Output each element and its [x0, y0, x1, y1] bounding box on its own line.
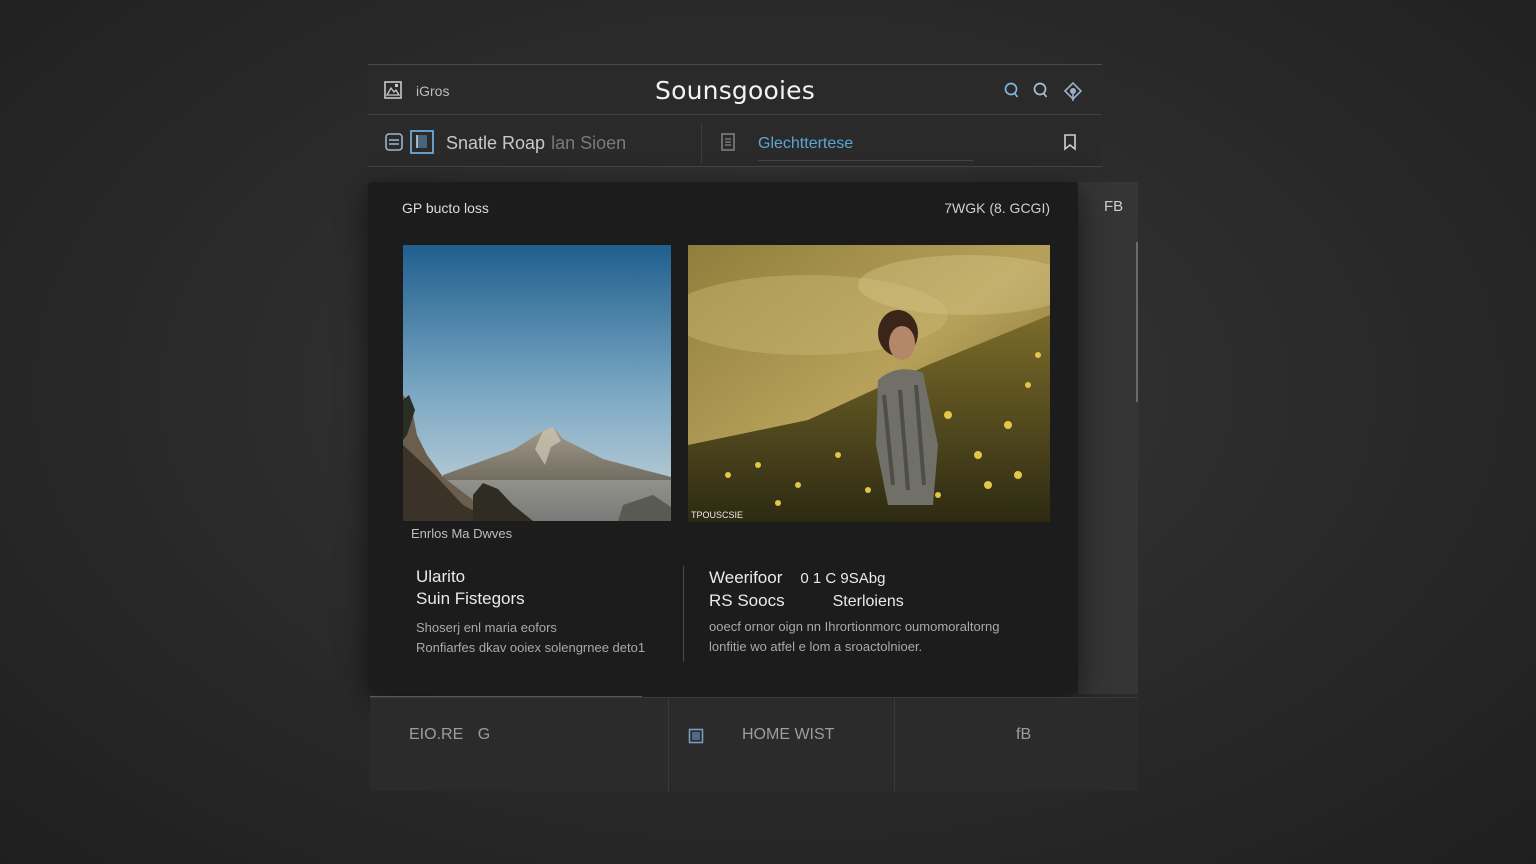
section-label-sub: lan Sioen: [551, 133, 627, 153]
panel-meta: 7WGK (8. GCGI): [944, 200, 1050, 216]
card-left-text-line1: Shoserj enl maria eofors: [416, 620, 557, 635]
section-label-main: Snatle Roap: [446, 133, 546, 153]
side-panel-label[interactable]: FB: [1104, 198, 1123, 215]
scrollbar[interactable]: [1136, 242, 1138, 402]
card-left-title-line1: Ularito: [416, 567, 466, 586]
toolbar-link[interactable]: Glechttertese: [758, 135, 853, 153]
bottom-bar: EIO.RE G HOME WIST fB: [370, 697, 1138, 792]
bottom-item-2[interactable]: HOME WIST: [742, 726, 834, 744]
panel-header: GP bucto loss: [402, 200, 489, 216]
app-window: iGros Sounsgooies Snatle Roap lan Sioen …: [368, 64, 1102, 167]
toolbar-divider: [701, 123, 702, 163]
title-bar: iGros Sounsgooies: [368, 65, 1102, 115]
card-left-title: Ularito Suin Fistegors: [416, 566, 525, 610]
bottom-item-1-label: EIO.RE: [409, 726, 464, 743]
bottom-item-1[interactable]: EIO.RE G: [409, 726, 490, 744]
pin-icon[interactable]: [1062, 80, 1084, 102]
card-right-text: ooecf ornor oign nn Ihrortionmorc oumomo…: [709, 617, 999, 657]
image-caption: TPOUSCSIE: [691, 510, 744, 520]
document-icon[interactable]: [718, 132, 738, 152]
card-right-title: Weerifoor 0 1 C 9SAbg RS Soocs Sterloiens: [709, 567, 1039, 613]
search-alt-icon[interactable]: [1031, 81, 1051, 101]
toolbar-link-underline: [758, 160, 973, 161]
side-panel: FB: [1078, 182, 1138, 694]
section-label: Snatle Roap lan Sioen: [446, 133, 626, 154]
card-right-title-2b: Sterloiens: [832, 593, 904, 610]
card-left-text-line2: Ronfiarfes dkav ooiex solengrnee deto1: [416, 640, 646, 655]
bottom-divider-2: [894, 698, 895, 792]
card-divider: [683, 566, 684, 662]
bottom-divider-1: [668, 698, 669, 792]
card-right-title-1a: Weerifoor: [709, 568, 783, 587]
card-right-title-2a: RS Soocs: [709, 591, 785, 610]
image-label: Enrlos Ma Dwves: [411, 526, 513, 541]
card-right-text-line2: lonfitie wo atfel e lom a sroactolnioer.: [709, 639, 923, 654]
square-icon[interactable]: [688, 728, 704, 744]
content-panel: GP bucto loss 7WGK (8. GCGI) TPOUSCSIE E…: [368, 182, 1078, 692]
field-image[interactable]: [688, 245, 1050, 522]
card-right-title-1b: 0 1 C 9SAbg: [800, 570, 886, 587]
list-icon[interactable]: [384, 132, 404, 152]
bottom-item-1-suffix: G: [477, 726, 491, 743]
book-icon[interactable]: [410, 130, 434, 154]
window-title: Sounsgooies: [655, 76, 815, 105]
toolbar: Snatle Roap lan Sioen Glechttertese: [368, 115, 1102, 167]
bookmark-icon[interactable]: [1062, 133, 1078, 151]
card-left-title-line2: Suin Fistegors: [416, 589, 525, 608]
card-right-text-line1: ooecf ornor oign nn Ihrortionmorc oumomo…: [709, 619, 1000, 634]
mountain-image[interactable]: [403, 245, 671, 521]
card-left-text: Shoserj enl maria eofors Ronfiarfes dkav…: [416, 618, 645, 658]
search-icon[interactable]: [1002, 81, 1022, 101]
bottom-item-3[interactable]: fB: [1016, 726, 1031, 744]
